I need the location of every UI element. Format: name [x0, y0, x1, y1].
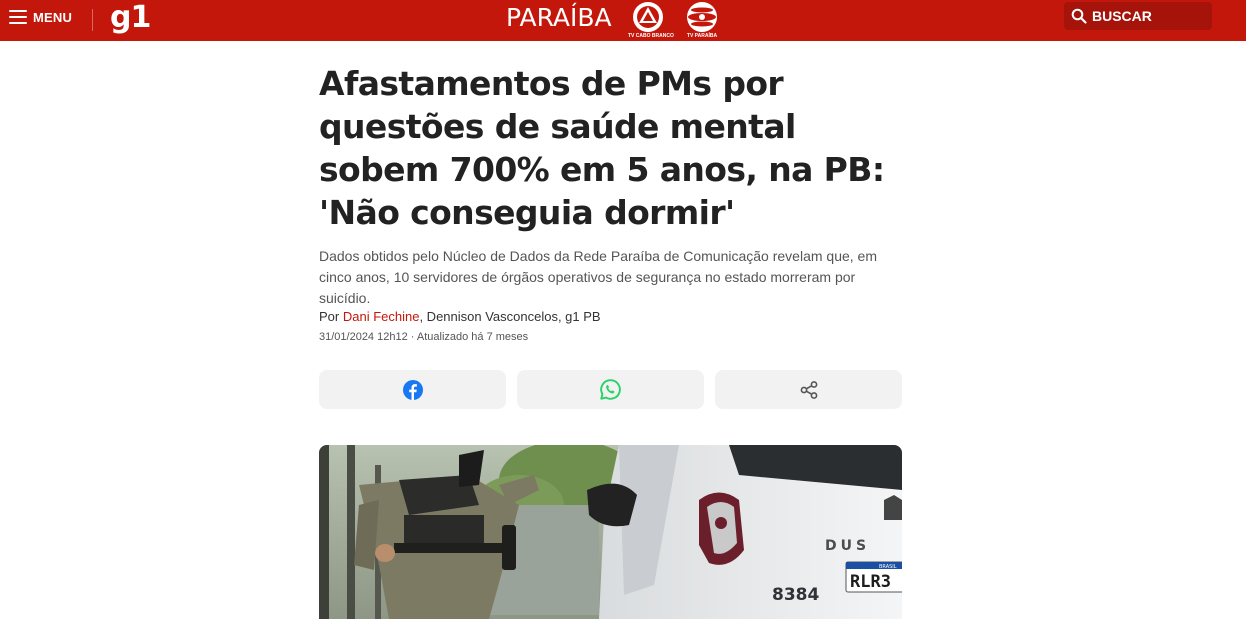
header-divider: [92, 9, 93, 31]
tv-cabo-branco-icon: [633, 2, 663, 32]
byline: Por Dani Fechine, Dennison Vasconcelos, …: [319, 309, 601, 324]
search-icon: [1071, 8, 1087, 24]
region-title[interactable]: PARAÍBA: [506, 4, 612, 32]
hamburger-icon: [9, 10, 27, 24]
share-facebook-button[interactable]: [319, 370, 506, 409]
share-bar: [319, 370, 902, 409]
share-icon: [800, 380, 817, 399]
tv-paraiba-logo[interactable]: TV PARAÍBA: [682, 0, 722, 41]
affiliate-label: TV PARAÍBA: [686, 33, 718, 39]
plate-text: RLR3: [850, 572, 891, 592]
facebook-icon: [402, 379, 423, 400]
car-brand-text: DUS: [825, 538, 870, 554]
car-number-text: 8384: [772, 585, 819, 605]
article-photo[interactable]: DUS 8384 BRASIL RLR3: [319, 445, 902, 619]
police-officer-photo: DUS 8384 BRASIL RLR3: [319, 445, 902, 619]
article-subtitle: Dados obtidos pelo Núcleo de Dados da Re…: [319, 248, 878, 306]
whatsapp-icon: [600, 379, 621, 400]
search-label: BUSCAR: [1092, 8, 1152, 24]
tv-cabo-branco-logo[interactable]: TV CABO BRANCO: [628, 0, 674, 41]
search-button[interactable]: BUSCAR: [1064, 2, 1212, 30]
share-whatsapp-button[interactable]: [517, 370, 704, 409]
affiliate-label: TV CABO BRANCO: [628, 33, 674, 39]
byline-rest: , Dennison Vasconcelos, g1 PB: [419, 309, 601, 324]
menu-button[interactable]: MENU: [9, 8, 72, 26]
top-navigation-bar: MENU g1 PARAÍBA TV CABO BRANCO TV PARAÍB…: [0, 0, 1246, 41]
share-more-button[interactable]: [715, 370, 902, 409]
byline-prefix: Por: [319, 309, 343, 324]
article-title: Afastamentos de PMs por questões de saúd…: [319, 64, 885, 232]
tv-paraiba-icon: [687, 2, 717, 32]
menu-label: MENU: [33, 9, 73, 25]
g1-logo[interactable]: g1: [110, 0, 151, 36]
plate-country-text: BRASIL: [879, 564, 897, 570]
article-dateline: 31/01/2024 12h12 · Atualizado há 7 meses: [319, 331, 529, 343]
author-link[interactable]: Dani Fechine: [343, 309, 420, 324]
